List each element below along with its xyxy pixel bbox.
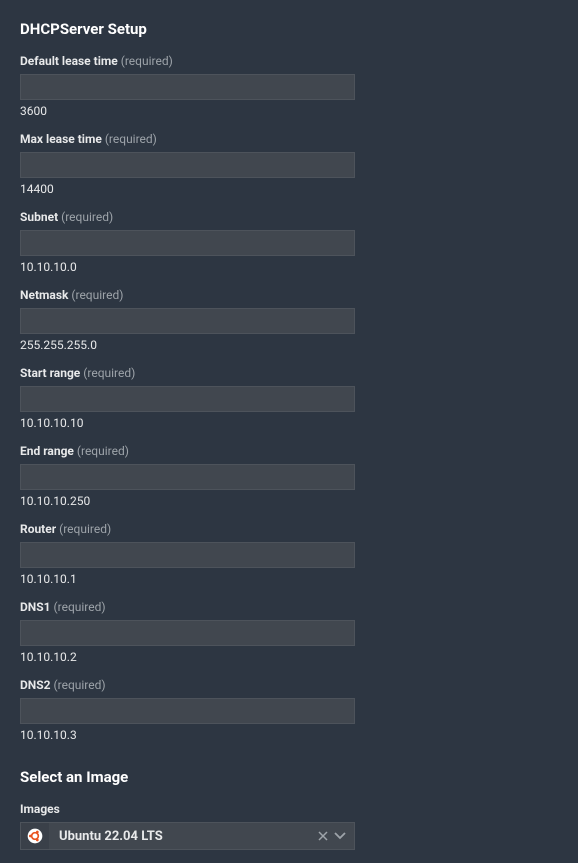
images-label: Images [20, 802, 558, 816]
subnet-input[interactable] [20, 230, 355, 256]
max-lease-time-input[interactable] [20, 152, 355, 178]
default-lease-time-input[interactable] [20, 74, 355, 100]
dns2-helper: 10.10.10.3 [20, 728, 558, 742]
router-helper: 10.10.10.1 [20, 572, 558, 586]
max-lease-time-field: Max lease time (required) 14400 [20, 132, 558, 196]
router-field: Router (required) 10.10.10.1 [20, 522, 558, 586]
select-image-title: Select an Image [20, 768, 558, 786]
max-lease-time-helper: 14400 [20, 182, 558, 196]
dhcp-setup-title: DHCPServer Setup [20, 20, 558, 38]
router-label: Router (required) [20, 522, 558, 536]
netmask-field: Netmask (required) 255.255.255.0 [20, 288, 558, 352]
netmask-helper: 255.255.255.0 [20, 338, 558, 352]
dns1-label: DNS1 (required) [20, 600, 558, 614]
clear-icon[interactable] [318, 831, 328, 841]
start-range-label: Start range (required) [20, 366, 558, 380]
default-lease-time-label: Default lease time (required) [20, 54, 558, 68]
dns1-field: DNS1 (required) 10.10.10.2 [20, 600, 558, 664]
netmask-input[interactable] [20, 308, 355, 334]
default-lease-time-helper: 3600 [20, 104, 558, 118]
max-lease-time-label: Max lease time (required) [20, 132, 558, 146]
chevron-down-icon[interactable] [334, 832, 346, 840]
dns2-field: DNS2 (required) 10.10.10.3 [20, 678, 558, 742]
ubuntu-icon-box [21, 823, 49, 849]
select-controls [318, 831, 354, 841]
images-select[interactable]: Ubuntu 22.04 LTS [20, 822, 355, 850]
start-range-input[interactable] [20, 386, 355, 412]
dns1-input[interactable] [20, 620, 355, 646]
end-range-helper: 10.10.10.250 [20, 494, 558, 508]
end-range-input[interactable] [20, 464, 355, 490]
default-lease-time-field: Default lease time (required) 3600 [20, 54, 558, 118]
ubuntu-icon [27, 828, 43, 844]
end-range-field: End range (required) 10.10.10.250 [20, 444, 558, 508]
subnet-helper: 10.10.10.0 [20, 260, 558, 274]
subnet-field: Subnet (required) 10.10.10.0 [20, 210, 558, 274]
dns1-helper: 10.10.10.2 [20, 650, 558, 664]
dns2-input[interactable] [20, 698, 355, 724]
end-range-label: End range (required) [20, 444, 558, 458]
dns2-label: DNS2 (required) [20, 678, 558, 692]
netmask-label: Netmask (required) [20, 288, 558, 302]
start-range-field: Start range (required) 10.10.10.10 [20, 366, 558, 430]
images-selected-value: Ubuntu 22.04 LTS [49, 829, 318, 844]
router-input[interactable] [20, 542, 355, 568]
start-range-helper: 10.10.10.10 [20, 416, 558, 430]
subnet-label: Subnet (required) [20, 210, 558, 224]
